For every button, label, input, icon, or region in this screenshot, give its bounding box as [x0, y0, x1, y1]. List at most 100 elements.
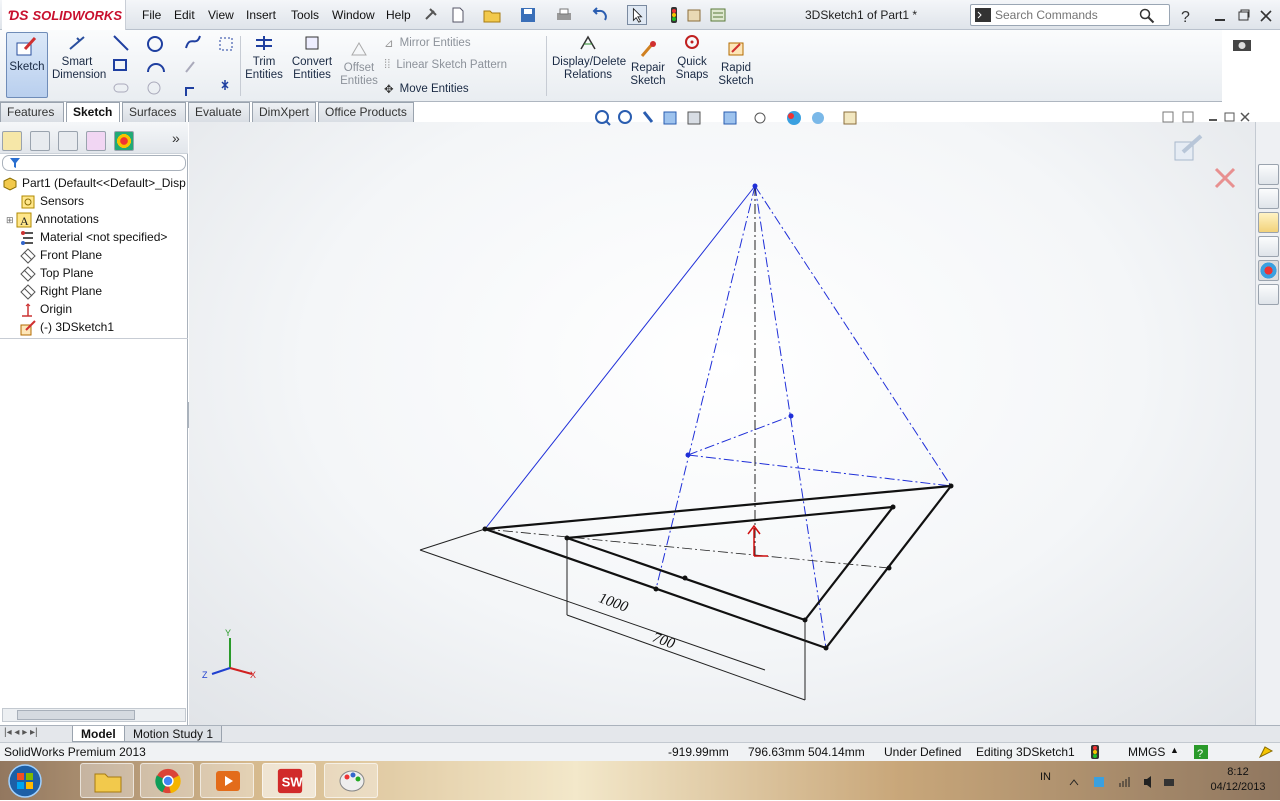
pin-icon[interactable] [420, 5, 440, 25]
bottom-tabs: |◂ ◂ ▸ ▸| Model Motion Study 1 [0, 725, 1280, 742]
help-status-icon[interactable]: ? [1194, 745, 1208, 759]
graphics-area[interactable]: 1000 700 Y X Z [189, 111, 1255, 725]
taskbar-solidworks[interactable]: SW [262, 763, 316, 798]
taskbar-explorer[interactable] [80, 763, 134, 798]
new-document-icon[interactable] [448, 5, 468, 25]
file-explorer-icon[interactable] [1258, 212, 1279, 233]
taskbar-media-player[interactable] [200, 763, 254, 798]
material-icon [21, 231, 33, 245]
custom-properties-icon[interactable] [1258, 284, 1279, 305]
tree-item-annotations[interactable]: ⊞ A Annotations [6, 212, 99, 228]
tree-item-origin[interactable]: Origin [20, 302, 72, 318]
top-plane-label: Top Plane [40, 266, 94, 281]
message-icon[interactable] [1258, 745, 1274, 759]
tab-surfaces[interactable]: Surfaces [122, 102, 186, 122]
tree-item-3dsketch1[interactable]: (-) 3DSketch1 [20, 320, 114, 336]
menu-insert[interactable]: Insert [246, 8, 276, 22]
tab-sketch[interactable]: Sketch [66, 102, 120, 122]
spline-icon [185, 35, 201, 49]
sketch-canvas[interactable] [189, 122, 1255, 725]
property-manager-tab-icon[interactable] [30, 131, 50, 151]
open-folder-icon[interactable] [482, 5, 502, 25]
move-entities-button[interactable]: ✥ Move Entities [384, 82, 469, 96]
tab-office-products[interactable]: Office Products [318, 102, 414, 122]
status-units[interactable]: MMGS [1128, 745, 1165, 759]
system-tray-icons[interactable] [1068, 775, 1178, 789]
menu-file[interactable]: File [142, 8, 161, 22]
tab-scroll-arrows-icon[interactable]: |◂ ◂ ▸ ▸| [4, 727, 38, 738]
trim-entities-button[interactable]: Trim Entities [244, 34, 284, 82]
mirror-entities-button[interactable]: ⊿ Mirror Entities [384, 36, 471, 50]
tab-motion-study-1[interactable]: Motion Study 1 [124, 726, 223, 742]
print-icon[interactable] [554, 5, 574, 25]
tab-features[interactable]: Features [0, 102, 64, 122]
display-delete-relations-button[interactable]: Display/Delete Relations [552, 34, 626, 82]
help-icon[interactable]: ? [1176, 6, 1196, 26]
exit-sketch-icon[interactable] [1171, 132, 1205, 166]
rebuild-icon[interactable] [664, 5, 684, 25]
tab-model[interactable]: Model [72, 726, 125, 742]
quick-snaps-button[interactable]: Quick Snaps [672, 34, 712, 82]
search-icon[interactable] [1139, 8, 1155, 24]
tree-item-top-plane[interactable]: Top Plane [20, 266, 93, 282]
3dsketch1-label: (-) 3DSketch1 [40, 320, 115, 335]
tree-item-part1[interactable]: Part1 (Default<<Default>_Disp [2, 176, 186, 192]
repair-sketch-button[interactable]: Repair Sketch [628, 40, 668, 88]
taskbar-chrome[interactable] [140, 763, 194, 798]
camera-icon[interactable] [1232, 36, 1252, 52]
menu-view[interactable]: View [208, 8, 234, 22]
appearances-scenes-icon[interactable] [1258, 260, 1279, 281]
undo-icon[interactable] [590, 5, 610, 25]
cancel-sketch-icon[interactable] [1213, 166, 1237, 190]
rapid-sketch-button[interactable]: Rapid Sketch [716, 40, 756, 88]
display-manager-tab-icon[interactable] [114, 131, 134, 151]
tree-item-right-plane[interactable]: Right Plane [20, 284, 102, 300]
sketch-button[interactable]: Sketch [6, 32, 48, 98]
select-icon[interactable] [627, 5, 647, 25]
menu-tools[interactable]: Tools [291, 8, 319, 22]
tree-filter-field[interactable] [2, 155, 186, 171]
save-icon[interactable] [518, 5, 538, 25]
file-properties-icon[interactable] [684, 5, 704, 25]
offset-entities-button[interactable]: Offset Entities [338, 40, 380, 88]
scrollbar-thumb[interactable] [17, 710, 135, 720]
smart-dimension-button[interactable]: Smart Dimension [52, 34, 106, 82]
restore-window-icon[interactable] [1236, 6, 1252, 26]
taskbar-paint[interactable] [324, 763, 378, 798]
tree-item-sensors[interactable]: Sensors [20, 194, 84, 210]
language-indicator[interactable]: IN [1040, 771, 1051, 783]
tab-dimxpert[interactable]: DimXpert [252, 102, 316, 122]
solidworks-resources-icon[interactable] [1258, 164, 1279, 185]
close-window-icon[interactable] [1258, 6, 1274, 26]
feature-tree-tab-icon[interactable] [2, 131, 22, 151]
tree-item-material[interactable]: Material <not specified> [20, 230, 167, 246]
viewport-controls[interactable] [1161, 110, 1251, 126]
system-clock[interactable]: 8:12 04/12/2013 [1208, 765, 1268, 795]
horizontal-scrollbar[interactable] [2, 708, 186, 722]
search-box[interactable] [970, 4, 1170, 26]
expand-plus-icon[interactable]: ⊞ [6, 215, 14, 225]
menu-window[interactable]: Window [332, 8, 375, 22]
linear-sketch-pattern-button[interactable]: ⁞⁞ Linear Sketch Pattern [384, 59, 507, 71]
menu-help[interactable]: Help [386, 8, 411, 22]
units-chevron-icon[interactable]: ▲ [1170, 745, 1179, 755]
menu-edit[interactable]: Edit [174, 8, 195, 22]
view-palette-icon[interactable] [1258, 236, 1279, 257]
tab-evaluate[interactable]: Evaluate [188, 102, 250, 122]
options-icon[interactable] [708, 5, 728, 25]
sketch-points [685, 183, 794, 458]
start-button-icon[interactable] [6, 763, 44, 799]
expand-chevron-icon[interactable]: » [172, 130, 180, 146]
dimxpert-manager-tab-icon[interactable] [86, 131, 106, 151]
solidworks-logo[interactable]: ƊS SOLIDWORKS [2, 0, 126, 30]
minimize-window-icon[interactable] [1212, 6, 1228, 26]
configuration-manager-tab-icon[interactable] [58, 131, 78, 151]
tree-item-front-plane[interactable]: Front Plane [20, 248, 102, 264]
heads-up-view-toolbar[interactable] [592, 108, 872, 128]
search-input[interactable] [995, 8, 1135, 22]
sketch-entities-group[interactable] [110, 34, 234, 100]
rebuild-status-icon[interactable] [1090, 745, 1100, 759]
annotations-icon: A [16, 212, 32, 228]
design-library-icon[interactable] [1258, 188, 1279, 209]
convert-entities-button[interactable]: Convert Entities [288, 34, 336, 82]
